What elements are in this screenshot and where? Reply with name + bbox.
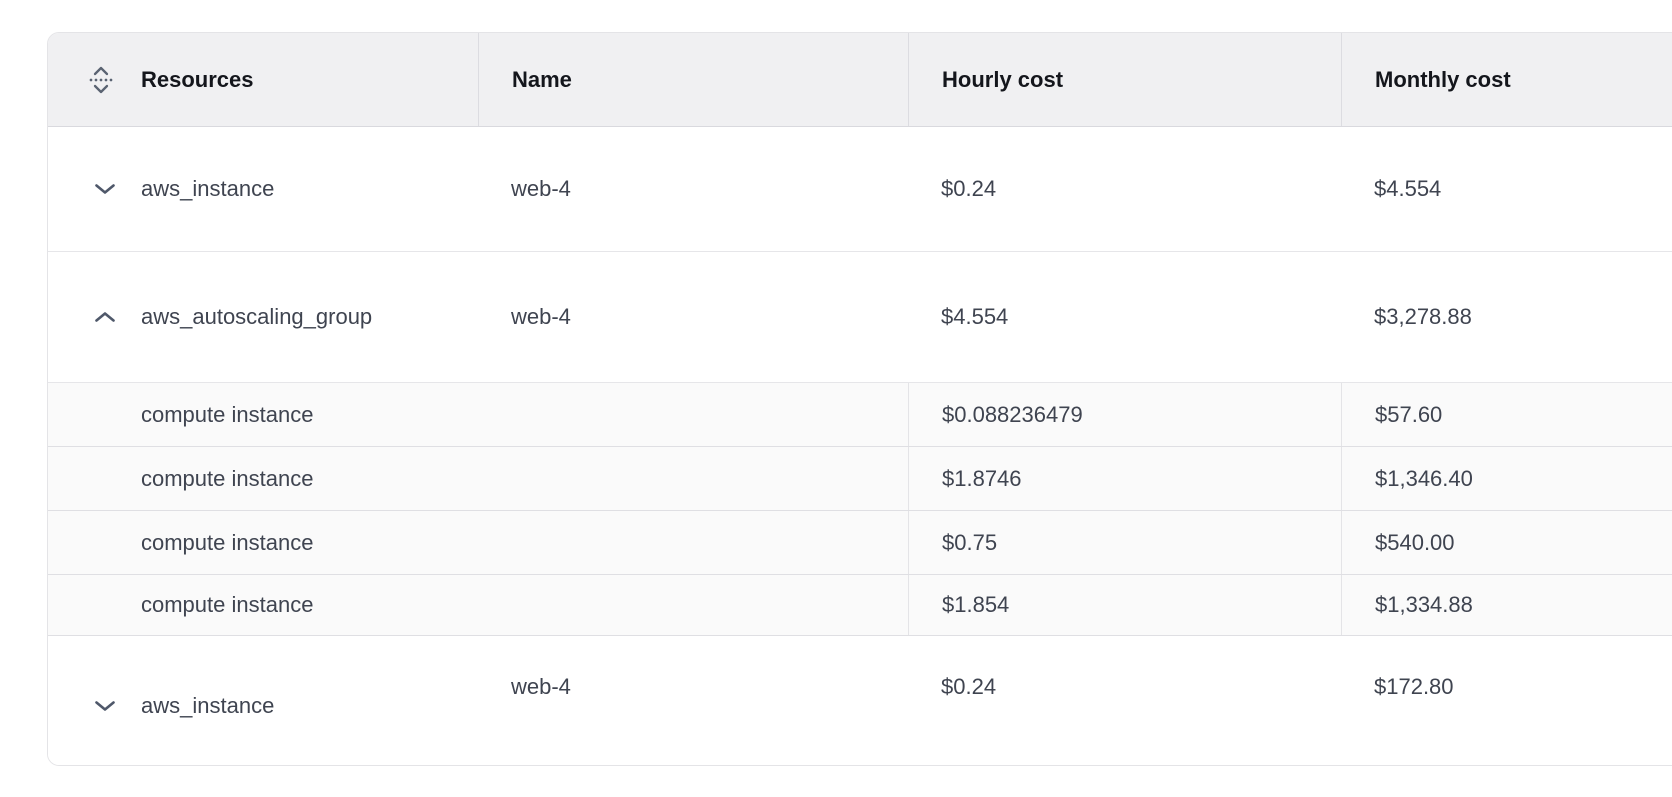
- chevron-up-icon[interactable]: [94, 306, 116, 328]
- table-header-row: Resources Name Hourly cost Monthly cost: [48, 33, 1672, 127]
- monthly-cost-value: $1,334.88: [1375, 592, 1473, 618]
- monthly-cost-value: $3,278.88: [1374, 304, 1472, 330]
- monthly-cost-value: $540.00: [1375, 530, 1455, 556]
- table-row[interactable]: aws_instance web-4 $0.24 $172.80: [48, 636, 1672, 766]
- hourly-cost-value: $0.24: [941, 674, 996, 700]
- cost-component-label: compute instance: [141, 466, 313, 492]
- column-header-resources: Resources: [48, 33, 478, 126]
- resource-type-label: aws_autoscaling_group: [141, 304, 372, 330]
- column-header-name: Name: [478, 33, 908, 126]
- hourly-cost-value: $0.24: [941, 176, 996, 202]
- resource-name: web-4: [511, 674, 571, 700]
- cost-component-label: compute instance: [141, 592, 313, 618]
- hourly-cost-value: $1.854: [942, 592, 1009, 618]
- app-canvas: Resources Name Hourly cost Monthly cost …: [0, 0, 1672, 797]
- sort-reorder-icon[interactable]: [88, 65, 114, 95]
- cost-component-row: compute instance $0.75 $540.00: [48, 511, 1672, 575]
- resource-type-label: aws_instance: [141, 693, 274, 719]
- table-row[interactable]: aws_instance web-4 $0.24 $4.554: [48, 127, 1672, 252]
- hourly-cost-value: $4.554: [941, 304, 1008, 330]
- monthly-cost-value: $4.554: [1374, 176, 1441, 202]
- cost-component-row: compute instance $1.854 $1,334.88: [48, 575, 1672, 636]
- cost-breakdown-table: Resources Name Hourly cost Monthly cost …: [47, 32, 1672, 766]
- cost-component-row: compute instance $1.8746 $1,346.40: [48, 447, 1672, 511]
- column-header-label: Monthly cost: [1375, 67, 1511, 93]
- column-header-label: Resources: [141, 67, 254, 93]
- chevron-down-icon[interactable]: [94, 695, 116, 717]
- monthly-cost-value: $1,346.40: [1375, 466, 1473, 492]
- monthly-cost-value: $57.60: [1375, 402, 1442, 428]
- table-row[interactable]: aws_autoscaling_group web-4 $4.554 $3,27…: [48, 252, 1672, 383]
- resource-name: web-4: [511, 304, 571, 330]
- hourly-cost-value: $0.75: [942, 530, 997, 556]
- resource-type-label: aws_instance: [141, 176, 274, 202]
- monthly-cost-value: $172.80: [1374, 674, 1454, 700]
- column-header-label: Name: [512, 67, 572, 93]
- cost-component-label: compute instance: [141, 530, 313, 556]
- column-header-hourly-cost: Hourly cost: [908, 33, 1341, 126]
- cost-component-label: compute instance: [141, 402, 313, 428]
- column-header-monthly-cost: Monthly cost: [1341, 33, 1672, 126]
- column-header-label: Hourly cost: [942, 67, 1063, 93]
- hourly-cost-value: $1.8746: [942, 466, 1022, 492]
- resource-name: web-4: [511, 176, 571, 202]
- hourly-cost-value: $0.088236479: [942, 402, 1083, 428]
- cost-component-row: compute instance $0.088236479 $57.60: [48, 383, 1672, 447]
- chevron-down-icon[interactable]: [94, 178, 116, 200]
